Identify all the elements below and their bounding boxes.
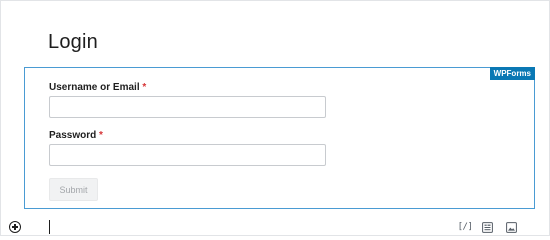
page-title[interactable]: Login xyxy=(48,31,98,54)
editor-canvas: Login WPForms Username or Email * Passwo… xyxy=(0,0,550,236)
wpforms-block[interactable]: WPForms Username or Email * Password * S… xyxy=(24,67,535,209)
shortcode-icon[interactable]: [/] xyxy=(458,221,473,233)
submit-button[interactable]: Submit xyxy=(49,178,98,201)
username-input[interactable] xyxy=(49,96,326,118)
image-icon[interactable] xyxy=(506,221,517,233)
text-caret xyxy=(49,220,50,234)
username-label-text: Username or Email xyxy=(49,82,140,93)
wpforms-icon[interactable] xyxy=(482,221,493,233)
wpforms-badge: WPForms xyxy=(489,67,535,80)
required-mark: * xyxy=(99,130,103,141)
required-mark: * xyxy=(142,82,147,93)
password-label-text: Password xyxy=(49,130,97,141)
username-label: Username or Email * xyxy=(49,82,146,93)
password-input[interactable] xyxy=(49,144,326,166)
add-block-icon[interactable] xyxy=(9,221,21,233)
password-label: Password * xyxy=(49,130,103,141)
